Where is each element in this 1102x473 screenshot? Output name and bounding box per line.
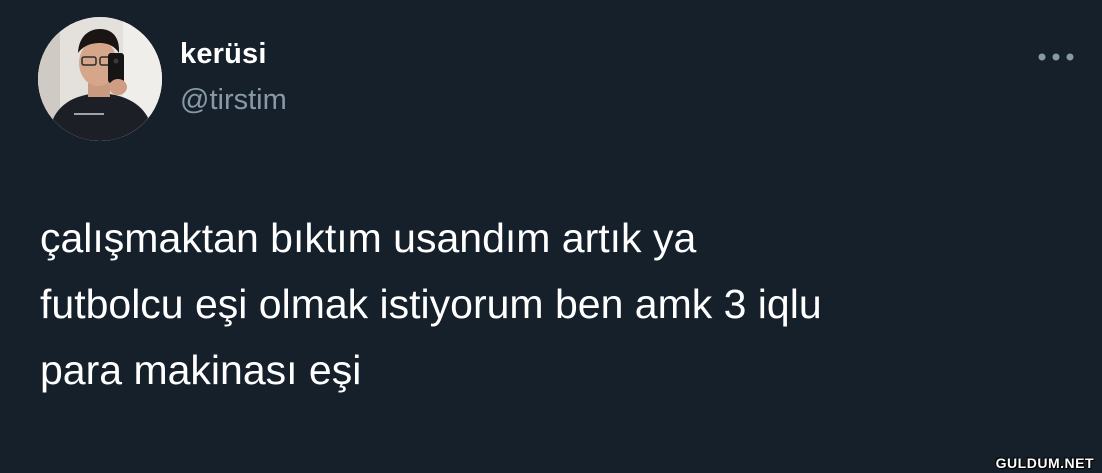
- more-horizontal-icon[interactable]: [1036, 50, 1076, 64]
- user-handle[interactable]: @tirstim: [180, 84, 287, 117]
- tweet-text-line: para makinası eşi: [40, 347, 362, 393]
- avatar[interactable]: [38, 17, 162, 141]
- tweet-text: çalışmaktan bıktım usandım artık ya futb…: [40, 205, 1080, 403]
- display-name[interactable]: kerüsi: [180, 38, 267, 71]
- avatar-image: [38, 17, 162, 141]
- watermark: GULDUM.NET: [995, 455, 1094, 471]
- tweet-text-line: çalışmaktan bıktım usandım artık ya: [40, 215, 697, 261]
- tweet-text-line: futbolcu eşi olmak istiyorum ben amk 3 i…: [40, 281, 822, 327]
- tweet-card: kerüsi @tirstim çalışmaktan bıktım usand…: [0, 0, 1102, 473]
